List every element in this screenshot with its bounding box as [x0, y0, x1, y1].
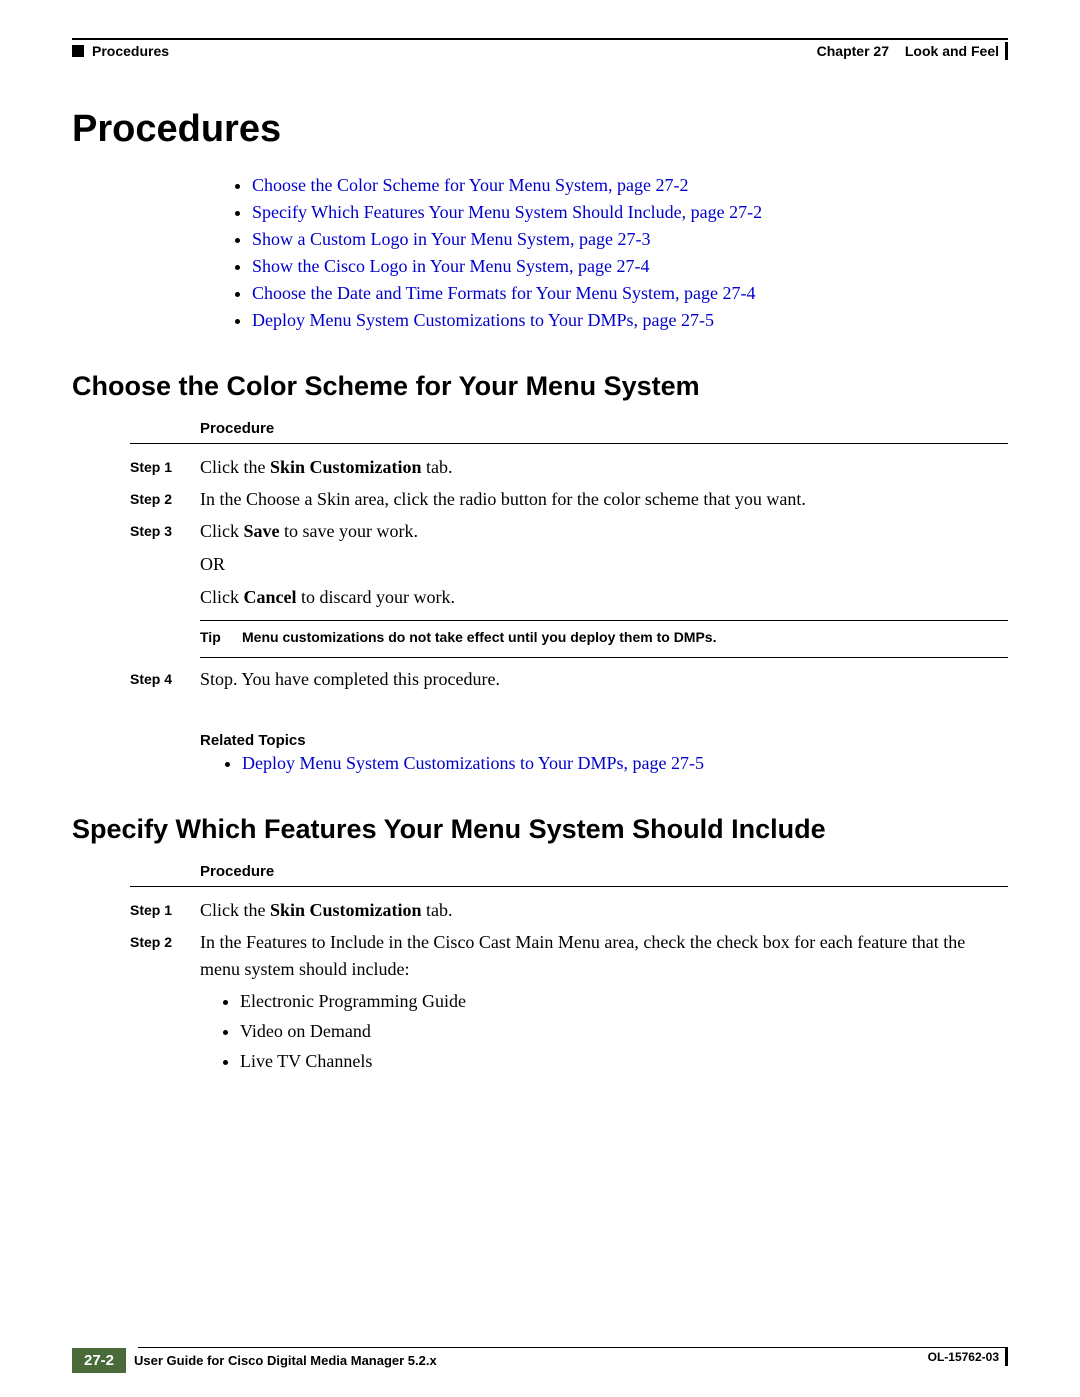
- step-row: Step 1 Click the Skin Customization tab.: [130, 454, 1008, 480]
- procedure-label: Procedure: [200, 420, 1008, 437]
- list-item: Choose the Color Scheme for Your Menu Sy…: [252, 175, 1008, 196]
- text: Click: [200, 587, 244, 607]
- feature-list: Electronic Programming Guide Video on De…: [240, 988, 1008, 1074]
- text: Click the: [200, 900, 270, 920]
- bold-term: Cancel: [244, 587, 297, 607]
- step-text: Click the Skin Customization tab.: [200, 897, 1008, 923]
- bold-term: Save: [244, 521, 280, 541]
- step-number: Step 4: [130, 666, 200, 692]
- header-chapter-title: Look and Feel: [905, 43, 999, 59]
- horizontal-rule: [200, 657, 1008, 658]
- list-item: Deploy Menu System Customizations to You…: [242, 753, 1008, 774]
- list-item: Specify Which Features Your Menu System …: [252, 202, 1008, 223]
- list-item: Choose the Date and Time Formats for You…: [252, 283, 1008, 304]
- toc-link[interactable]: Choose the Color Scheme for Your Menu Sy…: [252, 175, 688, 195]
- text: In the Features to Include in the Cisco …: [200, 932, 965, 978]
- list-item: Show the Cisco Logo in Your Menu System,…: [252, 256, 1008, 277]
- toc-link[interactable]: Specify Which Features Your Menu System …: [252, 202, 762, 222]
- horizontal-rule: [130, 886, 1008, 887]
- step-row: Step 2 In the Features to Include in the…: [130, 929, 1008, 1077]
- step-text: In the Choose a Skin area, click the rad…: [200, 486, 1008, 512]
- related-topics-list: Deploy Menu System Customizations to You…: [242, 753, 1008, 774]
- text: to save your work.: [280, 521, 418, 541]
- procedure-label: Procedure: [200, 863, 1008, 880]
- list-item: Electronic Programming Guide: [240, 988, 1008, 1014]
- tip-label: Tip: [200, 629, 242, 645]
- related-link[interactable]: Deploy Menu System Customizations to You…: [242, 753, 704, 773]
- toc-link[interactable]: Deploy Menu System Customizations to You…: [252, 310, 714, 330]
- footer-guide-title: User Guide for Cisco Digital Media Manag…: [134, 1353, 437, 1368]
- step-text: Click Save to save your work.: [200, 518, 1008, 544]
- header-rule: [72, 38, 1008, 40]
- section-heading: Specify Which Features Your Menu System …: [72, 814, 1008, 845]
- step-number: Step 2: [130, 486, 200, 512]
- text: Click the: [200, 457, 270, 477]
- header-chapter: Chapter 27: [817, 43, 889, 59]
- step-number: Step 1: [130, 454, 200, 480]
- step-row: Step 1 Click the Skin Customization tab.: [130, 897, 1008, 923]
- page-number-badge: 27-2: [72, 1348, 126, 1373]
- step-text: Stop. You have completed this procedure.: [200, 666, 1008, 692]
- page-header: Procedures Chapter 27 Look and Feel: [72, 42, 1008, 60]
- toc-link[interactable]: Show a Custom Logo in Your Menu System, …: [252, 229, 651, 249]
- step-row: Step 2 In the Choose a Skin area, click …: [130, 486, 1008, 512]
- list-item: Deploy Menu System Customizations to You…: [252, 310, 1008, 331]
- footer-left: 27-2 User Guide for Cisco Digital Media …: [72, 1348, 437, 1373]
- step-row: Step 3 Click Save to save your work.: [130, 518, 1008, 544]
- text: tab.: [422, 900, 453, 920]
- toc-link[interactable]: Show the Cisco Logo in Your Menu System,…: [252, 256, 650, 276]
- header-section-name: Procedures: [92, 43, 169, 59]
- step-text: Click the Skin Customization tab.: [200, 454, 1008, 480]
- header-right: Chapter 27 Look and Feel: [817, 42, 1008, 60]
- divider-icon: [1005, 42, 1008, 60]
- divider-icon: [1005, 1348, 1008, 1366]
- step-number: Step 2: [130, 929, 200, 1077]
- bold-term: Skin Customization: [270, 457, 422, 477]
- related-topics-label: Related Topics: [200, 732, 1008, 749]
- footer-doc-id: OL-15762-03: [928, 1350, 999, 1364]
- document-page: Procedures Chapter 27 Look and Feel Proc…: [0, 0, 1080, 1397]
- step-row: Step 4 Stop. You have completed this pro…: [130, 666, 1008, 692]
- square-bullet-icon: [72, 45, 84, 57]
- tip-text: Menu customizations do not take effect u…: [242, 629, 716, 645]
- text: tab.: [422, 457, 453, 477]
- section-heading: Choose the Color Scheme for Your Menu Sy…: [72, 371, 1008, 402]
- list-item: Show a Custom Logo in Your Menu System, …: [252, 229, 1008, 250]
- list-item: Video on Demand: [240, 1018, 1008, 1044]
- step-number: Step 3: [130, 518, 200, 544]
- tip-row: Tip Menu customizations do not take effe…: [200, 629, 1008, 645]
- text: to discard your work.: [297, 587, 455, 607]
- footer-right: OL-15762-03: [928, 1348, 1008, 1366]
- header-left: Procedures: [72, 43, 169, 59]
- horizontal-rule: [200, 620, 1008, 621]
- list-item: Live TV Channels: [240, 1048, 1008, 1074]
- bold-term: Skin Customization: [270, 900, 422, 920]
- toc-link[interactable]: Choose the Date and Time Formats for You…: [252, 283, 755, 303]
- text: Click: [200, 521, 244, 541]
- horizontal-rule: [130, 443, 1008, 444]
- step-text: In the Features to Include in the Cisco …: [200, 929, 1008, 1077]
- toc-link-list: Choose the Color Scheme for Your Menu Sy…: [252, 175, 1008, 331]
- page-title: Procedures: [72, 108, 1008, 151]
- step-number: Step 1: [130, 897, 200, 923]
- page-footer: 27-2 User Guide for Cisco Digital Media …: [72, 1347, 1008, 1373]
- cancel-text: Click Cancel to discard your work.: [200, 587, 1008, 608]
- or-text: OR: [200, 554, 1008, 575]
